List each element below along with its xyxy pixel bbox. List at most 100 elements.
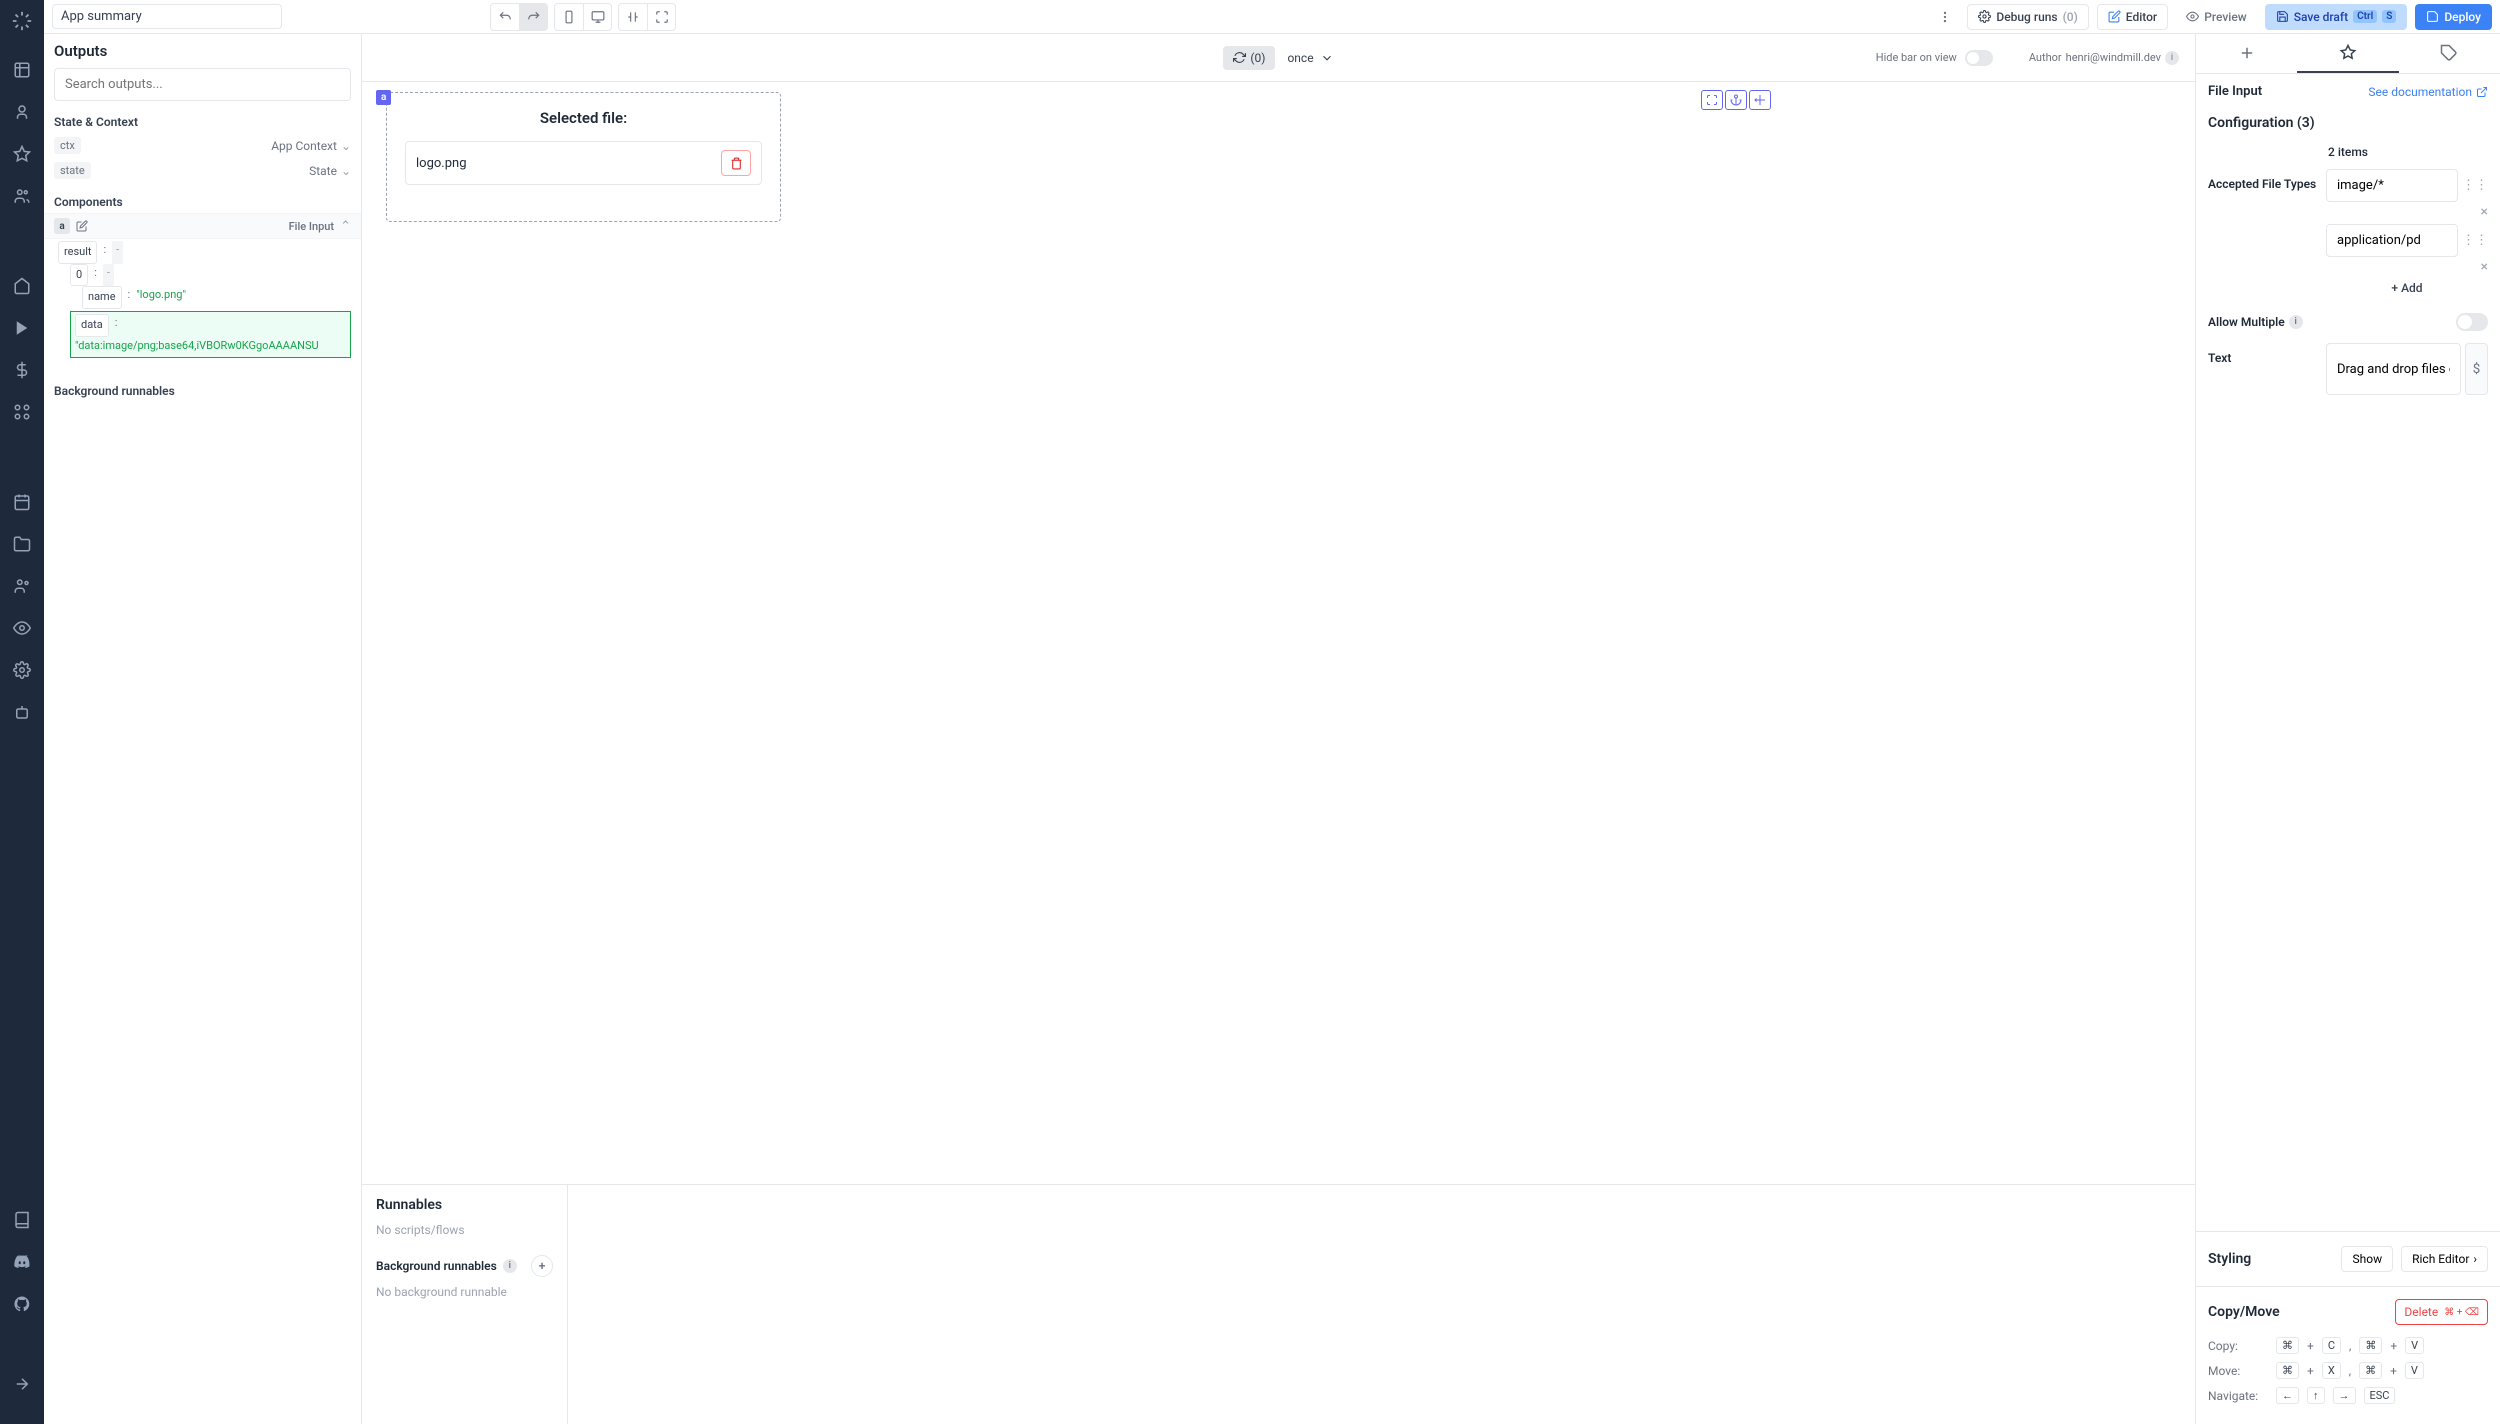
chevron-down-icon: ⌄ (341, 139, 351, 153)
config-tab-settings[interactable] (2297, 34, 2398, 73)
remove-type-button[interactable]: × (2481, 204, 2488, 220)
editor-button[interactable]: Editor (2097, 4, 2168, 30)
state-label: State (309, 164, 337, 178)
calendar-icon[interactable] (10, 490, 34, 514)
navigate-label: Navigate: (2208, 1389, 2268, 1403)
copy-label: Copy: (2208, 1339, 2268, 1353)
discord-icon[interactable] (10, 1250, 34, 1274)
pencil-icon[interactable] (76, 220, 88, 232)
file-type-input-1[interactable] (2326, 169, 2458, 202)
hide-bar-toggle[interactable] (1965, 50, 1993, 66)
move-label: Move: (2208, 1364, 2268, 1378)
text-value-input[interactable] (2326, 343, 2461, 395)
data-output-box[interactable]: data: "data:image/png;base64,iVBORw0KGgo… (70, 311, 351, 358)
home-icon[interactable] (10, 274, 34, 298)
refresh-icon (1233, 51, 1246, 64)
info-icon[interactable]: i (503, 1259, 517, 1273)
delete-file-button[interactable] (721, 150, 751, 176)
state-tag: state (54, 162, 91, 179)
trash-icon (730, 157, 743, 170)
user-icon[interactable] (10, 100, 34, 124)
resources-icon[interactable] (10, 400, 34, 424)
refresh-mode-select[interactable]: once (1287, 51, 1333, 65)
windmill-logo-icon[interactable] (11, 10, 33, 32)
plus-icon (2238, 44, 2256, 62)
file-type-input-2[interactable] (2326, 224, 2458, 257)
save-draft-label: Save draft (2294, 10, 2348, 24)
see-documentation-link[interactable]: See documentation (2368, 85, 2488, 99)
drag-handle-icon[interactable]: ⋮⋮ (2462, 233, 2488, 248)
config-tab-add[interactable] (2196, 34, 2297, 73)
undo-button[interactable] (491, 4, 519, 30)
deploy-button[interactable]: Deploy (2415, 4, 2492, 30)
info-icon[interactable]: i (2289, 315, 2303, 329)
canvas-viewport[interactable]: a Selected file: logo.png (362, 82, 2195, 1184)
app-title-input[interactable] (52, 4, 282, 29)
no-scripts-text: No scripts/flows (376, 1223, 553, 1237)
star-icon[interactable] (10, 142, 34, 166)
info-icon[interactable]: i (2165, 51, 2179, 65)
mobile-view-button[interactable] (555, 4, 583, 30)
ctx-tag: ctx (54, 137, 81, 154)
accepted-types-label: Accepted File Types (2208, 169, 2318, 191)
expression-button[interactable]: $ (2465, 343, 2488, 395)
outputs-title: Outputs (44, 34, 361, 64)
debug-runs-count: (0) (2063, 10, 2078, 24)
more-button[interactable] (1931, 4, 1959, 30)
move-component-button[interactable] (1749, 90, 1771, 110)
author-label: Author henri@windmill.dev i (2029, 51, 2179, 65)
tag-icon (2440, 44, 2458, 62)
book-icon[interactable] (10, 1208, 34, 1232)
bot-icon[interactable] (10, 700, 34, 724)
remove-type-button[interactable]: × (2481, 259, 2488, 275)
items-count: 2 items (2196, 137, 2500, 163)
file-input-component[interactable]: Selected file: logo.png (386, 92, 781, 222)
chevron-down-icon (1320, 51, 1334, 65)
refresh-pill[interactable]: (0) (1223, 46, 1275, 70)
expand-sidebar-icon[interactable] (10, 1372, 34, 1396)
selected-file-title: Selected file: (405, 109, 762, 127)
add-type-button[interactable]: + Add (2326, 275, 2488, 301)
save-kbd-s: S (2382, 10, 2396, 23)
component-badge: a (54, 218, 70, 234)
preview-button[interactable]: Preview (2176, 5, 2257, 29)
eye-icon[interactable] (10, 616, 34, 640)
show-styling-button[interactable]: Show (2341, 1246, 2393, 1272)
debug-runs-button[interactable]: Debug runs (0) (1967, 4, 2088, 30)
rich-editor-button[interactable]: Rich Editor› (2401, 1246, 2488, 1272)
users-icon[interactable] (10, 184, 34, 208)
drag-handle-icon[interactable]: ⋮⋮ (2462, 178, 2488, 193)
ctx-row[interactable]: ctx App Context ⌄ (44, 133, 361, 158)
anchor-component-button[interactable] (1725, 90, 1747, 110)
runnables-panel: Runnables No scripts/flows Background ru… (362, 1184, 2195, 1424)
github-icon[interactable] (10, 1292, 34, 1316)
left-icon-sidebar (0, 0, 44, 1424)
styling-title: Styling (2208, 1251, 2333, 1267)
redo-button[interactable] (519, 4, 547, 30)
dollar-icon[interactable] (10, 358, 34, 382)
file-item: logo.png (405, 141, 762, 185)
add-bg-runnable-button[interactable]: + (531, 1255, 553, 1277)
state-row[interactable]: state State⌄ (44, 158, 361, 183)
save-draft-button[interactable]: Save draft Ctrl S (2265, 4, 2408, 30)
configuration-title: Configuration (3) (2208, 115, 2488, 131)
app-context-label: App Context (271, 139, 337, 153)
fullscreen-button[interactable] (647, 4, 675, 30)
config-tab-style[interactable] (2399, 34, 2500, 73)
refresh-count: (0) (1250, 51, 1265, 65)
folder-icon[interactable] (10, 532, 34, 556)
play-icon[interactable] (10, 316, 34, 340)
expand-component-button[interactable] (1701, 90, 1723, 110)
state-context-title: State & Context (44, 111, 361, 133)
search-outputs-input[interactable] (54, 68, 351, 101)
team-icon[interactable] (10, 574, 34, 598)
delete-component-button[interactable]: Delete ⌘ + ⌫ (2395, 1299, 2488, 1325)
gear-icon[interactable] (10, 658, 34, 682)
component-selection-badge[interactable]: a (376, 90, 391, 105)
component-row-a[interactable]: a File Input ⌃ (44, 213, 361, 239)
editor-label: Editor (2126, 10, 2157, 24)
desktop-view-button[interactable] (583, 4, 611, 30)
allow-multiple-toggle[interactable] (2456, 313, 2488, 331)
workspace-icon[interactable] (10, 58, 34, 82)
center-button[interactable] (619, 4, 647, 30)
